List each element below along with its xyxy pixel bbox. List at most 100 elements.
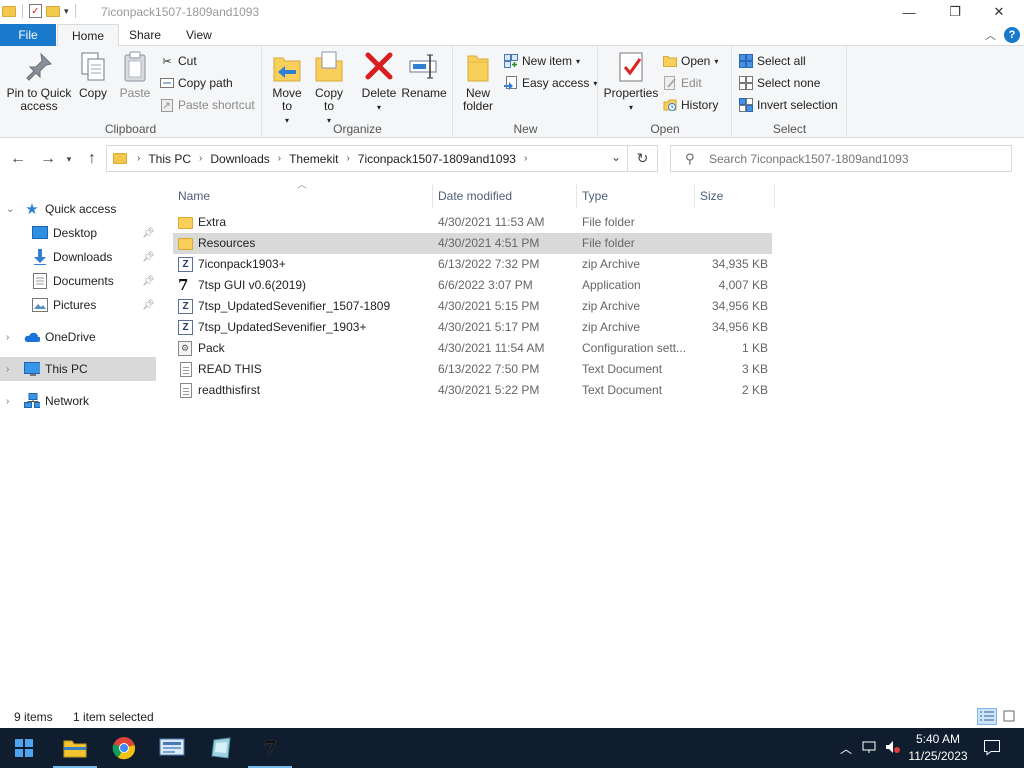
column-header-date-modified[interactable]: Date modified: [433, 184, 577, 208]
recent-locations-chevron-icon[interactable]: ▾: [62, 149, 76, 169]
search-input[interactable]: [709, 150, 999, 167]
breadcrumb-this-pc[interactable]: This PC: [144, 152, 195, 166]
file-size: 34,935 KB: [711, 257, 768, 271]
app-icon: 7: [178, 278, 189, 293]
address-bar[interactable]: › This PC › Downloads › Themekit › 7icon…: [106, 145, 658, 172]
file-date: 4/30/2021 5:15 PM: [438, 299, 540, 313]
address-history-chevron-icon[interactable]: ⌄: [611, 150, 621, 164]
invert-selection-button[interactable]: Invert selection: [739, 95, 838, 115]
navigation-pane: ⌄ ★ Quick access Desktop 📌︎ Downloads 📌︎…: [0, 180, 156, 706]
tab-share[interactable]: Share: [115, 24, 175, 46]
collapsed-chevron-icon[interactable]: ›: [6, 396, 9, 407]
network-status-icon[interactable]: [862, 740, 878, 757]
breadcrumb-chevron-icon[interactable]: ›: [274, 153, 285, 164]
collapsed-chevron-icon[interactable]: ›: [6, 364, 9, 375]
nav-item-desktop[interactable]: Desktop 📌︎: [0, 221, 156, 245]
new-item-button[interactable]: New item ▾: [504, 51, 580, 71]
copy-to-button[interactable]: Copy to ▾: [311, 50, 347, 127]
show-hidden-icons-chevron-icon[interactable]: ︿: [840, 740, 852, 757]
rename-button[interactable]: Rename: [401, 50, 447, 100]
table-row[interactable]: readthisfirst 4/30/2021 5:22 PM Text Docum…: [173, 380, 772, 401]
nav-item-this-pc[interactable]: › This PC: [0, 357, 156, 381]
nav-item-onedrive[interactable]: › OneDrive: [0, 325, 156, 349]
table-row[interactable]: 7 7tsp GUI v0.6(2019) 6/6/2022 3:07 PM Appl…: [173, 275, 772, 296]
breadcrumb-chevron-icon[interactable]: ›: [133, 153, 144, 164]
delete-button[interactable]: Delete ▾: [359, 50, 399, 114]
pin-to-quick-access-button[interactable]: Pin to Quick access: [4, 50, 74, 113]
properties-button[interactable]: Properties ▾: [603, 50, 659, 114]
table-row[interactable]: ⚙ Pack 4/30/2021 11:54 AM Configuration set…: [173, 338, 772, 359]
breadcrumb-downloads[interactable]: Downloads: [206, 152, 273, 166]
volume-muted-icon[interactable]: [885, 740, 901, 757]
nav-item-quick-access[interactable]: ⌄ ★ Quick access: [0, 197, 156, 221]
history-button[interactable]: History: [663, 95, 718, 115]
breadcrumb-themekit[interactable]: Themekit: [285, 152, 342, 166]
breadcrumb-chevron-icon[interactable]: ›: [520, 153, 531, 164]
paste-button[interactable]: Paste: [118, 50, 152, 100]
forward-arrow-icon[interactable]: →: [38, 149, 58, 169]
column-header-type[interactable]: Type: [577, 184, 695, 208]
table-row[interactable]: Z 7tsp_UpdatedSevenifier_1507-1809 4/30/20…: [173, 296, 772, 317]
maximize-button[interactable]: ❐: [932, 0, 978, 24]
nav-item-downloads[interactable]: Downloads 📌︎: [0, 245, 156, 269]
window-title: 7iconpack1507-1809and1093: [101, 5, 260, 19]
select-all-button[interactable]: Select all: [739, 51, 806, 71]
tab-home[interactable]: Home: [57, 24, 120, 47]
nav-item-pictures[interactable]: Pictures 📌︎: [0, 293, 156, 317]
properties-icon[interactable]: ✓: [29, 4, 42, 18]
table-row[interactable]: Z 7iconpack1903+ 6/13/2022 7:32 PM zip Arch…: [173, 254, 772, 275]
search-box[interactable]: ⚲: [670, 145, 1012, 172]
pin-icon[interactable]: 📌︎: [142, 300, 155, 311]
system-clock[interactable]: 5:40 AM 11/25/2023: [904, 731, 972, 765]
column-header-name[interactable]: Name: [173, 184, 433, 208]
tab-view[interactable]: View: [172, 24, 226, 46]
breadcrumb-chevron-icon[interactable]: ›: [342, 153, 353, 164]
easy-access-button[interactable]: Easy access ▾: [504, 73, 597, 93]
open-button[interactable]: Open ▾: [663, 51, 718, 71]
select-none-button[interactable]: Select none: [739, 73, 820, 93]
minimize-button[interactable]: —: [886, 0, 932, 24]
folder-icon: [178, 236, 194, 251]
large-icons-view-button[interactable]: [999, 708, 1019, 725]
new-folder-button[interactable]: New folder: [460, 50, 496, 113]
pin-icon[interactable]: 📌︎: [142, 276, 155, 287]
breadcrumb-current-folder[interactable]: 7iconpack1507-1809and1093: [354, 152, 520, 166]
edit-button[interactable]: Edit: [663, 73, 702, 93]
help-icon[interactable]: ?: [1004, 27, 1020, 43]
taskbar-7tsp-gui[interactable]: 7: [246, 728, 294, 768]
table-row[interactable]: Z 7tsp_UpdatedSevenifier_1903+ 4/30/2021 5…: [173, 317, 772, 338]
table-row[interactable]: Extra 4/30/2021 11:53 AM File folder: [173, 212, 772, 233]
new-folder-icon[interactable]: [46, 5, 60, 17]
customize-toolbar-chevron-icon[interactable]: ▾: [64, 6, 69, 17]
move-to-button[interactable]: Move to ▾: [269, 50, 305, 127]
up-arrow-icon[interactable]: ↑: [82, 149, 102, 169]
start-button[interactable]: [0, 728, 48, 768]
taskbar-app-window[interactable]: [197, 728, 245, 768]
breadcrumb-chevron-icon[interactable]: ›: [195, 153, 206, 164]
collapsed-chevron-icon[interactable]: ›: [6, 332, 9, 343]
table-row[interactable]: Resources 4/30/2021 4:51 PM File folder: [173, 233, 772, 254]
column-header-size[interactable]: Size: [695, 184, 775, 208]
nav-item-documents[interactable]: Documents 📌︎: [0, 269, 156, 293]
cut-button[interactable]: ✂ Cut: [160, 51, 196, 71]
taskbar-control-panel[interactable]: [148, 728, 196, 768]
dropdown-arrow-icon: ▾: [376, 103, 381, 112]
nav-item-network[interactable]: › Network: [0, 389, 156, 413]
copy-button[interactable]: Copy: [76, 50, 110, 100]
paste-shortcut-button[interactable]: Paste shortcut: [160, 95, 255, 115]
taskbar-chrome[interactable]: [100, 728, 148, 768]
back-arrow-icon[interactable]: ←: [8, 149, 28, 169]
collapse-ribbon-chevron-icon[interactable]: ︿: [985, 27, 996, 43]
details-view-button[interactable]: [977, 708, 997, 725]
tab-file[interactable]: File: [0, 24, 56, 46]
taskbar-file-explorer[interactable]: [51, 728, 99, 768]
copy-path-button[interactable]: Copy path: [160, 73, 233, 93]
expanded-chevron-icon[interactable]: ⌄: [6, 204, 14, 215]
pin-icon[interactable]: 📌︎: [142, 252, 155, 263]
notifications-icon[interactable]: [983, 738, 1001, 759]
pin-icon[interactable]: 📌︎: [142, 228, 155, 239]
title-bar: ✓ ▾ 7iconpack1507-1809and1093 — ❐ ✕: [0, 0, 1024, 24]
close-button[interactable]: ✕: [976, 0, 1022, 24]
refresh-icon[interactable]: ↻: [627, 146, 657, 171]
table-row[interactable]: READ THIS 6/13/2022 7:50 PM Text Document 3…: [173, 359, 772, 380]
